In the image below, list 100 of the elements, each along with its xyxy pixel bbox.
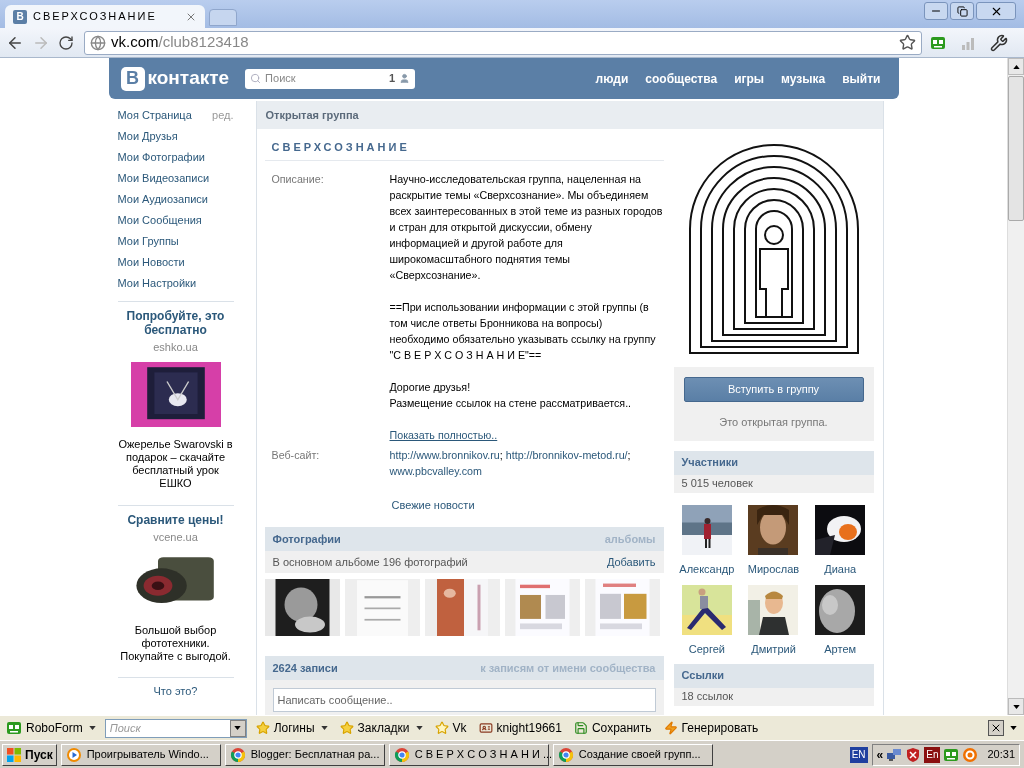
shield-icon[interactable] — [905, 746, 922, 763]
logo-letter: В — [120, 66, 145, 91]
toolbar-button[interactable]: Закладки — [336, 717, 426, 739]
field-label: Описание: — [271, 171, 325, 187]
toolbar-button[interactable]: Vk — [431, 717, 470, 739]
dropdown-button[interactable] — [229, 719, 246, 737]
sidebar-link[interactable]: Мои Группы — [117, 233, 179, 254]
scrollbar-thumb[interactable] — [1008, 76, 1024, 221]
website-link[interactable]: http://www.bronnikov.ru — [389, 448, 500, 461]
description-text: Научно-исследовательская группа, нацеленная на раскрытие темы «Сверхсознание». Мы объединяем всех заинтересованных в этой теме из разных городов и стран для открытой дискуссии, обмену информацией и другой работе для широкомасштабного поднятия темы «Сверхсознание». — [389, 171, 664, 283]
scrollbar[interactable] — [1007, 58, 1024, 715]
url-text: vk.com/club8123418 — [111, 32, 250, 53]
browser-icon — [229, 746, 246, 763]
scroll-up-icon — [1012, 64, 1020, 69]
nav-link[interactable]: игры — [734, 69, 765, 88]
nav-link[interactable]: музыка — [781, 69, 826, 88]
user-icon — [399, 73, 411, 84]
add-photo-link[interactable]: Добавить — [606, 553, 656, 571]
member-name[interactable]: Артем — [824, 641, 857, 658]
restore-button[interactable] — [950, 2, 974, 20]
globe-icon — [90, 34, 106, 51]
block-title: Участники — [681, 455, 739, 471]
member-name[interactable]: Сергей — [688, 641, 725, 658]
block-title: Фотографии — [272, 531, 341, 547]
nav-link[interactable]: выйти — [842, 69, 881, 88]
taskbar-button[interactable]: Blogger: Бесплатная ра... — [224, 743, 385, 766]
caret-icon[interactable] — [1010, 726, 1017, 730]
minimize-button[interactable] — [924, 2, 948, 20]
member-name[interactable]: Диана — [824, 560, 857, 577]
taskbar-button[interactable]: Создание своей групп... — [552, 743, 713, 766]
sidebar-link[interactable]: Мои Настройки — [117, 275, 197, 296]
ad-title[interactable]: Сравните цены! — [127, 512, 224, 527]
tray-badge[interactable]: En — [924, 746, 941, 763]
clock: 20:31 — [987, 747, 1015, 763]
toolbar-button[interactable]: Логины — [252, 717, 331, 739]
block-title: 2624 записи — [272, 660, 338, 676]
links-count: 18 ссылок — [681, 689, 734, 705]
caret-icon — [320, 726, 328, 730]
robot-icon — [6, 720, 22, 736]
sidebar-link[interactable]: Мои Новости — [117, 254, 185, 275]
robot-icon — [930, 34, 946, 51]
block-title: Ссылки — [681, 668, 725, 684]
sidebar-link[interactable]: Мои Фотографии — [117, 149, 205, 170]
sidebar-link[interactable]: Мои Друзья — [117, 128, 178, 149]
settings-icon[interactable] — [990, 33, 1008, 52]
start-button[interactable]: Пуск — [2, 743, 57, 766]
circle-icon[interactable] — [962, 746, 979, 763]
search-count: 1 — [389, 71, 396, 87]
language-indicator[interactable]: EN — [849, 746, 868, 763]
toolbar-button[interactable]: Сохранить — [570, 717, 655, 739]
browser-icon — [557, 746, 574, 763]
nav-link[interactable]: люди — [595, 69, 629, 88]
ad-text: Ожерелье Swarovski в подарок – скачайте бесплатный урок ЕШКО — [117, 437, 234, 490]
link-separator: ; — [627, 448, 631, 461]
browser-tab[interactable]: В СВЕРХСОЗНАНИЕ — [5, 5, 205, 28]
group-name: СВЕРХСОЗНАНИЕ — [271, 141, 410, 153]
search-field[interactable]: Поиск 1 — [245, 68, 416, 89]
description-text: Дорогие друзья! Размещение ссылок на стене рассматривается.. — [389, 379, 633, 411]
robot-icon — [943, 746, 960, 763]
sidebar-link[interactable]: Мои Аудиозаписи — [117, 191, 208, 212]
website-link[interactable]: www.pbcvalley.com — [389, 464, 482, 477]
toolbar-button[interactable]: Генерировать — [660, 717, 762, 739]
roboform-search-input[interactable]: Поиск — [105, 719, 230, 737]
address-bar[interactable]: vk.com/club8123418 — [84, 30, 922, 55]
save-icon — [573, 721, 588, 735]
photos-count: В основном альбоме 196 фотографий — [272, 554, 468, 570]
ad-title[interactable]: Попробуйте, это бесплатно — [117, 309, 234, 337]
page-type-label: Открытая группа — [265, 107, 359, 123]
message-input[interactable]: Написать сообщение.. — [272, 688, 656, 712]
show-more-link[interactable]: Показать полностью.. — [389, 428, 498, 441]
sidebar-link[interactable]: Моя Страница — [117, 107, 192, 128]
taskbar-button[interactable]: Проигрыватель Windo... — [60, 743, 221, 766]
tray-expand-arrows[interactable]: « — [876, 745, 884, 764]
lightning-icon — [663, 721, 678, 735]
website-link[interactable]: http://bronnikov-metod.ru/ — [505, 448, 628, 461]
toolbar-button[interactable]: RoboForm — [3, 717, 99, 739]
search-input[interactable]: Поиск — [265, 70, 376, 87]
taskbar-button[interactable]: С В Е Р Х С О З Н А Н И ... — [388, 743, 549, 766]
close-button[interactable] — [988, 720, 1004, 736]
browser-icon — [393, 746, 410, 763]
logo-text: контакте — [147, 66, 230, 91]
reload-button[interactable] — [58, 34, 74, 51]
description-text: ==При использовании информации с этой группы (в том числе ответы Бронникова на вопросы) необходимо обязательно указывать ссылку на группу "С В Е Р Х С О З Н А Н И Е"== — [389, 299, 657, 363]
what-is-this-link[interactable]: Что это? — [153, 685, 198, 697]
bookmark-star-icon[interactable] — [899, 34, 916, 51]
link-separator: ; — [499, 448, 504, 461]
media-player-icon — [65, 746, 82, 763]
nav-link[interactable]: сообщества — [645, 69, 718, 88]
join-group-button[interactable]: Вступить в группу — [683, 377, 864, 402]
news-link[interactable]: Свежие новости — [391, 498, 475, 511]
star-icon — [255, 721, 270, 735]
member-name[interactable]: Александр — [679, 560, 735, 577]
sidebar-link[interactable]: Мои Сообщения — [117, 212, 202, 233]
roboform-search-field[interactable]: Поиск — [104, 718, 247, 738]
member-name[interactable]: Дмитрий — [751, 641, 796, 658]
ad-text: Большой выбор фототехники. Покупайте с выгодой. — [119, 624, 232, 663]
sidebar-link[interactable]: Мои Видеозаписи — [117, 170, 210, 191]
toolbar-button[interactable]: knight19661 — [475, 717, 565, 739]
network-icon[interactable] — [886, 746, 903, 763]
member-name[interactable]: Мирослав — [747, 560, 800, 577]
